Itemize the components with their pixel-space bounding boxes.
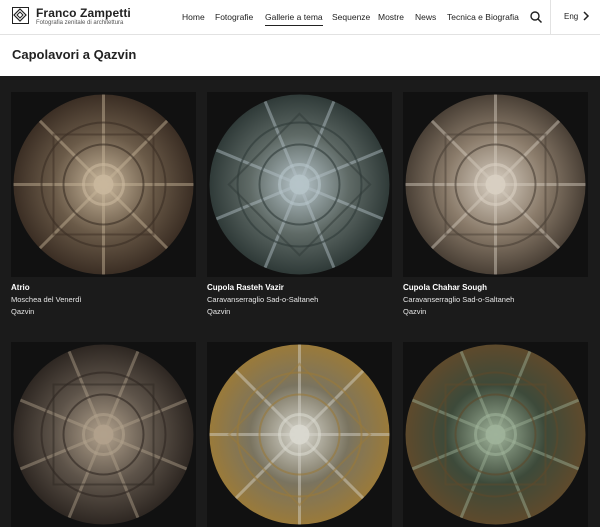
- gallery-card[interactable]: Cupola Rasteh Vazir Caravanserraglio Sad…: [207, 92, 392, 316]
- search-icon[interactable]: [529, 10, 543, 24]
- page-title: Capolavori a Qazvin: [12, 47, 137, 62]
- site-header: Franco Zampetti Fotografia zenitale di a…: [0, 0, 600, 35]
- photo-thumbnail[interactable]: [11, 342, 196, 527]
- nav-home[interactable]: Home: [182, 12, 205, 22]
- brand-title[interactable]: Franco Zampetti: [36, 6, 131, 20]
- card-subtitle: Moschea del Venerdì: [11, 295, 82, 304]
- brand-subtitle: Fotografia zenitale di architettura: [36, 20, 124, 26]
- gallery-card[interactable]: [207, 342, 392, 527]
- nav-fotografie[interactable]: Fotografie: [215, 12, 253, 22]
- gallery-card[interactable]: [403, 342, 588, 527]
- dome-photo: [209, 94, 390, 275]
- logo-icon[interactable]: [12, 7, 29, 24]
- photo-thumbnail[interactable]: [403, 342, 588, 527]
- nav-gallerie-a-tema[interactable]: Gallerie a tema: [265, 12, 323, 26]
- gallery-card[interactable]: Cupola Chahar Sough Caravanserraglio Sad…: [403, 92, 588, 316]
- card-title[interactable]: Atrio: [11, 283, 30, 292]
- card-city: Qazvin: [403, 307, 427, 316]
- dome-photo: [405, 94, 586, 275]
- divider: [550, 0, 551, 34]
- card-title[interactable]: Cupola Rasteh Vazir: [207, 283, 284, 292]
- gallery-card[interactable]: Atrio Moschea del Venerdì Qazvin: [11, 92, 196, 316]
- nav-sequenze[interactable]: Sequenze: [332, 12, 370, 22]
- photo-thumbnail[interactable]: [207, 92, 392, 277]
- photo-thumbnail[interactable]: [207, 342, 392, 527]
- nav-tecnica-e-biografia[interactable]: Tecnica e Biografia: [447, 12, 519, 22]
- card-city: Qazvin: [207, 307, 231, 316]
- dome-photo: [405, 344, 586, 525]
- dome-photo: [209, 344, 390, 525]
- nav-mostre[interactable]: Mostre: [378, 12, 404, 22]
- dome-photo: [13, 344, 194, 525]
- photo-thumbnail[interactable]: [11, 92, 196, 277]
- dome-photo: [13, 94, 194, 275]
- title-bar: Capolavori a Qazvin: [0, 35, 600, 76]
- gallery-card[interactable]: [11, 342, 196, 527]
- language-selector[interactable]: Eng: [564, 12, 578, 21]
- card-city: Qazvin: [11, 307, 35, 316]
- card-title[interactable]: Cupola Chahar Sough: [403, 283, 487, 292]
- card-subtitle: Caravanserraglio Sad-o-Saltaneh: [403, 295, 515, 304]
- card-subtitle: Caravanserraglio Sad-o-Saltaneh: [207, 295, 319, 304]
- chevron-right-icon[interactable]: [582, 11, 590, 21]
- photo-thumbnail[interactable]: [403, 92, 588, 277]
- nav-news[interactable]: News: [415, 12, 436, 22]
